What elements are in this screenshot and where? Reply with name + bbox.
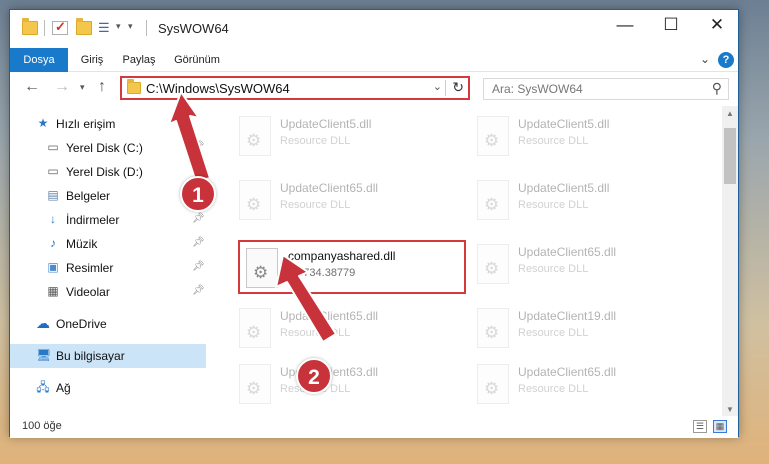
annotation-arrows — [168, 91, 337, 343]
step-badge-2: 2 — [296, 358, 332, 394]
step-badge-1: 1 — [180, 176, 216, 212]
arrow-2 — [275, 254, 337, 343]
arrow-1 — [168, 91, 211, 183]
